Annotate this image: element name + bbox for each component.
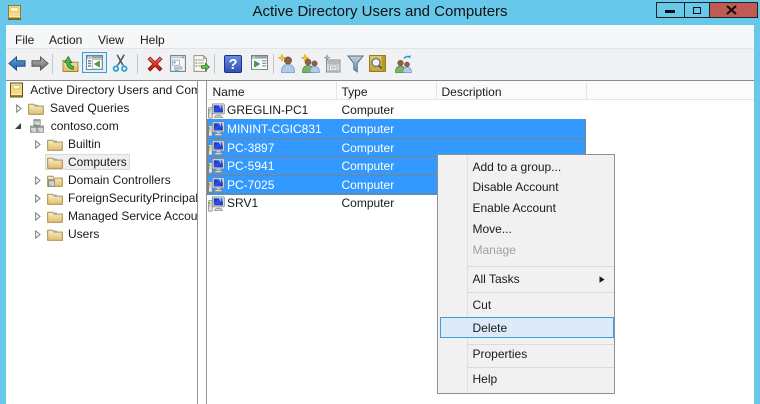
svg-text:?: ? [229, 57, 238, 73]
